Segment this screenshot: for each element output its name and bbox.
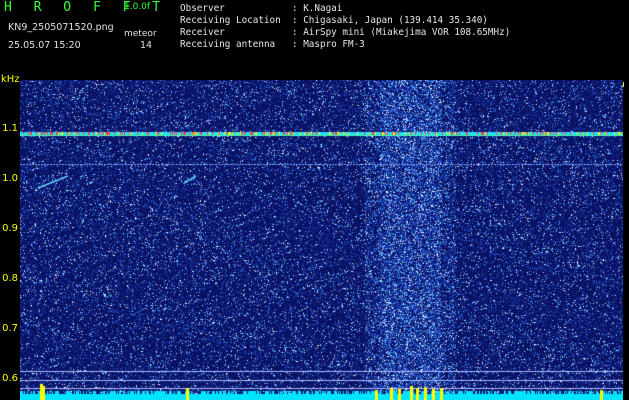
observer-value: : K.Nagai <box>292 3 343 14</box>
file-name: KN9_2505071520.png <box>8 22 114 33</box>
app-version: 1.0.0f <box>124 2 151 12</box>
meteor-count: 14 <box>140 40 153 51</box>
location-value: : Chigasaki, Japan (139.414 35.340) <box>292 15 488 26</box>
location-label: Receiving Location <box>180 15 281 26</box>
meteor-label: meteor <box>124 29 157 39</box>
y-tick-label: 1.1 <box>2 123 18 134</box>
y-tick-label: 0.6 <box>2 373 18 384</box>
y-axis-unit: kHz <box>1 74 20 85</box>
antenna-label: Receiving antenna <box>180 39 276 50</box>
spectrogram-plot <box>20 80 623 400</box>
receiver-value: : AirSpy mini (Miakejima VOR 108.65MHz) <box>292 27 511 38</box>
file-datetime: 25.05.07 15:20 <box>8 40 81 51</box>
y-tick-label: 0.7 <box>2 323 18 334</box>
observer-label: Observer <box>180 3 225 14</box>
y-tick-label: 0.8 <box>2 273 18 284</box>
receiver-label: Receiver <box>180 27 225 38</box>
y-tick-label: 1.0 <box>2 173 18 184</box>
antenna-value: : Maspro FM-3 <box>292 39 365 50</box>
y-tick-label: 0.9 <box>2 223 18 234</box>
